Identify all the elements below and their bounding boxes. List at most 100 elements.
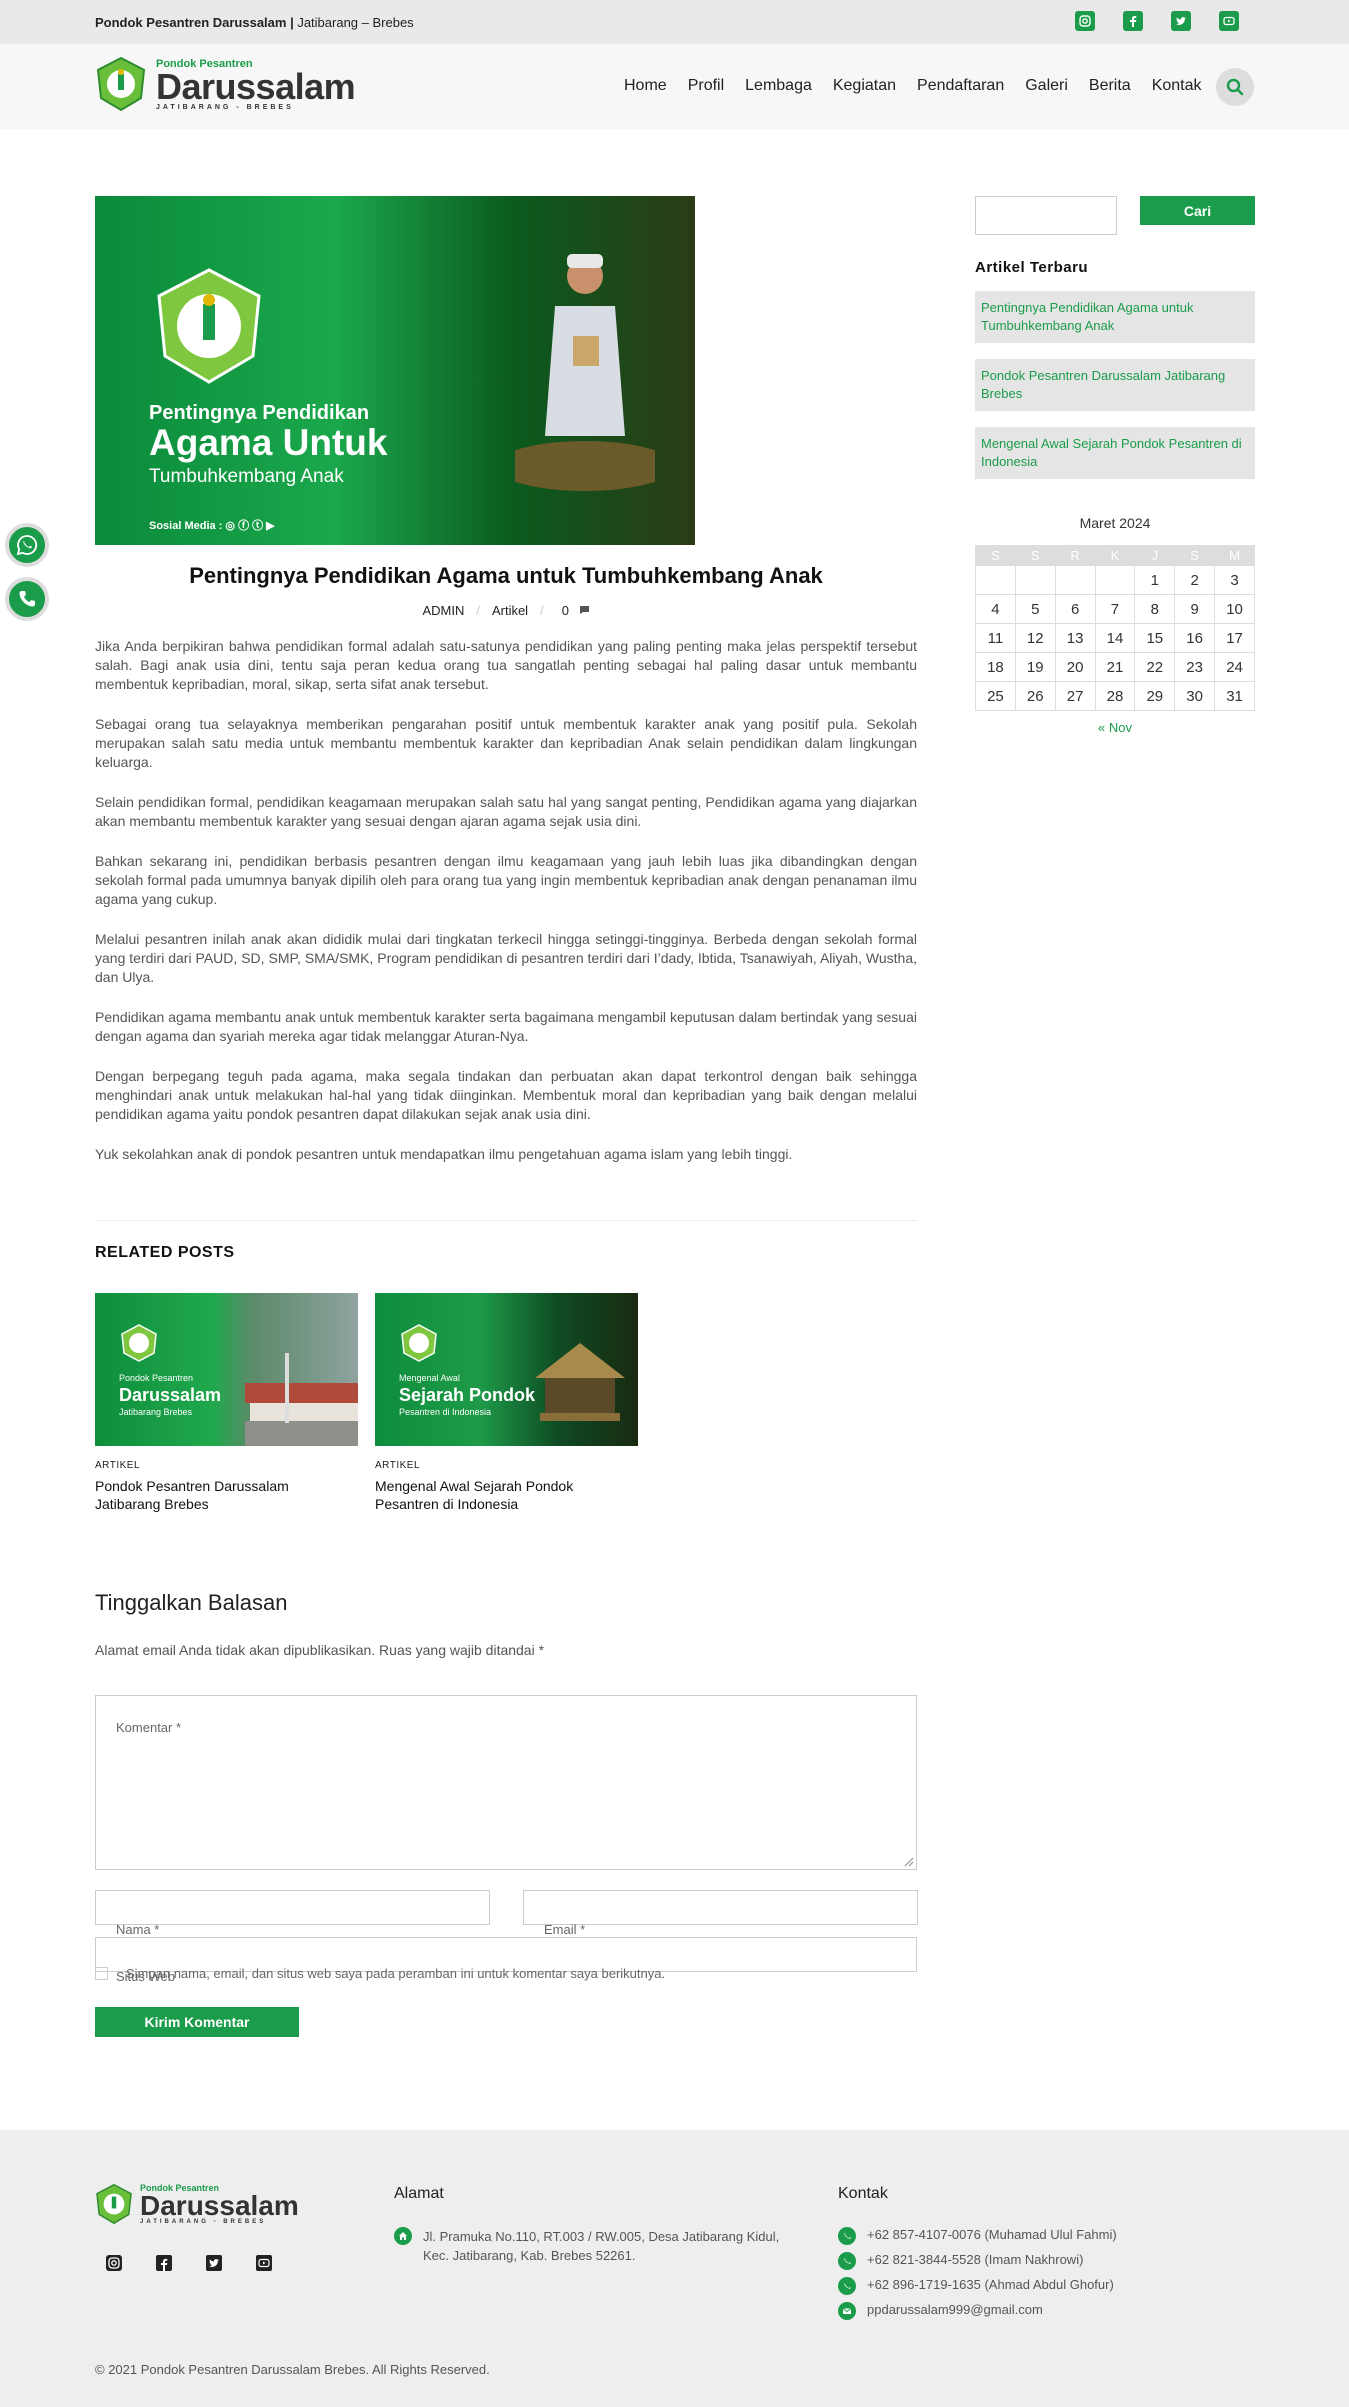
calendar-day-cell: 6: [1054, 594, 1096, 624]
resize-handle-icon[interactable]: [902, 1855, 914, 1867]
footer-social-icons: [104, 2253, 274, 2273]
whatsapp-icon: [838, 2227, 856, 2245]
search-icon: [1226, 78, 1244, 96]
related-post-category[interactable]: ARTIKEL: [95, 1460, 358, 1471]
calendar-day-cell: 26: [1014, 681, 1056, 711]
sidebar-search-input[interactable]: [975, 196, 1117, 235]
search-button[interactable]: [1216, 68, 1254, 106]
footer-contact-text: +62 821-3844-5528 (Imam Nakhrowi): [867, 2252, 1084, 2267]
calendar-day-header: S: [1174, 545, 1216, 566]
calendar-header-row: SSRKJSM: [975, 545, 1255, 566]
youtube-icon[interactable]: [254, 2253, 274, 2273]
recent-post-link[interactable]: Mengenal Awal Sejarah Pondok Pesantren d…: [975, 427, 1255, 479]
submit-comment-button[interactable]: Kirim Komentar: [95, 2007, 299, 2037]
calendar-day-cell: 13: [1054, 623, 1096, 653]
name-label: Nama *: [116, 1922, 160, 1937]
nav-profil[interactable]: Profil: [688, 77, 724, 95]
calendar-day-cell: [1014, 565, 1056, 595]
hero-line-3: Tumbuhkembang Anak: [149, 466, 344, 487]
logo-big-text: Darussalam: [156, 65, 356, 107]
top-location: Pondok Pesantren Darussalam | Jatibarang…: [95, 15, 414, 30]
related-post[interactable]: Mengenal Awal Sejarah Pondok Pesantren d…: [375, 1293, 638, 1513]
related-image-line: Pesantren di Indonesia: [399, 1407, 492, 1417]
related-post-image[interactable]: Pondok Pesantren Darussalam Jatibarang B…: [95, 1293, 358, 1446]
nav-kontak[interactable]: Kontak: [1152, 77, 1202, 95]
nav-galeri[interactable]: Galeri: [1025, 77, 1068, 95]
whatsapp-float-button[interactable]: [5, 523, 49, 567]
facebook-icon[interactable]: [1123, 11, 1143, 31]
instagram-icon[interactable]: [1075, 11, 1095, 31]
comment-icon: [579, 606, 589, 614]
calendar-day-cell: 15: [1134, 623, 1176, 653]
building-image: [245, 1353, 358, 1446]
calendar-week-row: 11 12 13 14 15 16 17: [975, 623, 1255, 653]
nav-berita[interactable]: Berita: [1089, 77, 1131, 95]
top-social-icons: [1075, 11, 1239, 31]
calendar-day-cell: 27: [1054, 681, 1096, 711]
calendar-day-cell: [1094, 565, 1136, 595]
footer-address-text: Jl. Pramuka No.110, RT.003 / RW.005, Des…: [423, 2229, 780, 2263]
save-info-checkbox[interactable]: [95, 1967, 108, 1980]
footer-contact-item[interactable]: +62 821-3844-5528 (Imam Nakhrowi): [838, 2252, 1083, 2270]
calendar-week-row: 123: [975, 565, 1255, 595]
post-author[interactable]: ADMIN: [422, 603, 464, 618]
phone-float-button[interactable]: [5, 577, 49, 621]
name-field[interactable]: [95, 1890, 490, 1925]
related-post-title[interactable]: Pondok Pesantren Darussalam Jatibarang B…: [95, 1477, 358, 1513]
calendar-day-cell: 19: [1014, 652, 1056, 682]
twitter-icon[interactable]: [1171, 11, 1191, 31]
nav-home[interactable]: Home: [624, 77, 667, 95]
mail-icon: [838, 2302, 856, 2320]
calendar-week-row: 25 26 27 28 29 30 31: [975, 681, 1255, 711]
calendar-day-header: J: [1134, 545, 1176, 566]
youtube-icon[interactable]: [1219, 11, 1239, 31]
calendar-day-cell: 2: [1174, 565, 1216, 595]
comment-textarea[interactable]: Komentar *: [95, 1695, 917, 1870]
hero-line-2: Agama Untuk: [149, 422, 388, 463]
home-icon: [394, 2227, 412, 2245]
whatsapp-icon: [16, 535, 38, 556]
logo-emblem-icon: [96, 56, 146, 112]
sidebar-search-button[interactable]: Cari: [1140, 196, 1255, 225]
calendar-day-cell: 16: [1174, 623, 1216, 653]
footer-logo[interactable]: Pondok Pesantren Darussalam JATIBARANG -…: [94, 2183, 299, 2225]
nav-lembaga[interactable]: Lembaga: [745, 77, 812, 95]
instagram-icon[interactable]: [104, 2253, 124, 2273]
calendar-day-cell: 24: [1214, 652, 1255, 682]
related-post[interactable]: Pondok Pesantren Darussalam Jatibarang B…: [95, 1293, 358, 1513]
related-post-title[interactable]: Mengenal Awal Sejarah Pondok Pesantren d…: [375, 1477, 638, 1513]
calendar-day-cell: 10: [1214, 594, 1255, 624]
post-paragraph: Bahkan sekarang ini, pendidikan berbasis…: [95, 853, 917, 907]
nav-kegiatan[interactable]: Kegiatan: [833, 77, 896, 95]
footer-address-heading: Alamat: [394, 2185, 444, 2202]
footer-contact-item[interactable]: ppdarussalam999@gmail.com: [838, 2302, 1043, 2320]
footer-contact-item[interactable]: +62 896-1719-1635 (Ahmad Abdul Ghofur): [838, 2277, 1114, 2295]
footer-copyright: © 2021 Pondok Pesantren Darussalam Brebe…: [95, 2362, 490, 2377]
site-logo[interactable]: Pondok Pesantren Darussalam JATIBARANG -…: [94, 56, 356, 112]
calendar-day-cell: 29: [1134, 681, 1176, 711]
post-comments[interactable]: 0: [556, 603, 590, 618]
related-post-category[interactable]: ARTIKEL: [375, 1460, 638, 1471]
twitter-icon[interactable]: [204, 2253, 224, 2273]
footer-contact-item[interactable]: +62 857-4107-0076 (Muhamad Ulul Fahmi): [838, 2227, 1117, 2245]
reply-heading: Tinggalkan Balasan: [95, 1590, 288, 1615]
hero-emblem-icon: [157, 268, 261, 384]
calendar-day-cell: 28: [1094, 681, 1136, 711]
footer-contact-text: +62 896-1719-1635 (Ahmad Abdul Ghofur): [867, 2277, 1114, 2292]
related-image-line: Jatibarang Brebes: [119, 1407, 193, 1417]
nav-pendaftaran[interactable]: Pendaftaran: [917, 77, 1004, 95]
recent-post-link[interactable]: Pentingnya Pendidikan Agama untuk Tumbuh…: [975, 291, 1255, 343]
hero-social: Sosial Media : ◎ ⓕ ⓣ ▶: [149, 520, 275, 532]
calendar-day-cell: 9: [1174, 594, 1216, 624]
facebook-icon[interactable]: [154, 2253, 174, 2273]
hut-image: [535, 1343, 625, 1421]
calendar-prev-link[interactable]: « Nov: [975, 720, 1255, 735]
phone-icon: [19, 591, 35, 607]
calendar-day-header: M: [1214, 545, 1255, 566]
email-field[interactable]: [523, 1890, 918, 1925]
post-category[interactable]: Artikel: [492, 603, 528, 618]
recent-post-link[interactable]: Pondok Pesantren Darussalam Jatibarang B…: [975, 359, 1255, 411]
logo-emblem-icon: [96, 2183, 132, 2225]
calendar-day-cell: 18: [975, 652, 1016, 682]
related-post-image[interactable]: Mengenal Awal Sejarah Pondok Pesantren d…: [375, 1293, 638, 1446]
